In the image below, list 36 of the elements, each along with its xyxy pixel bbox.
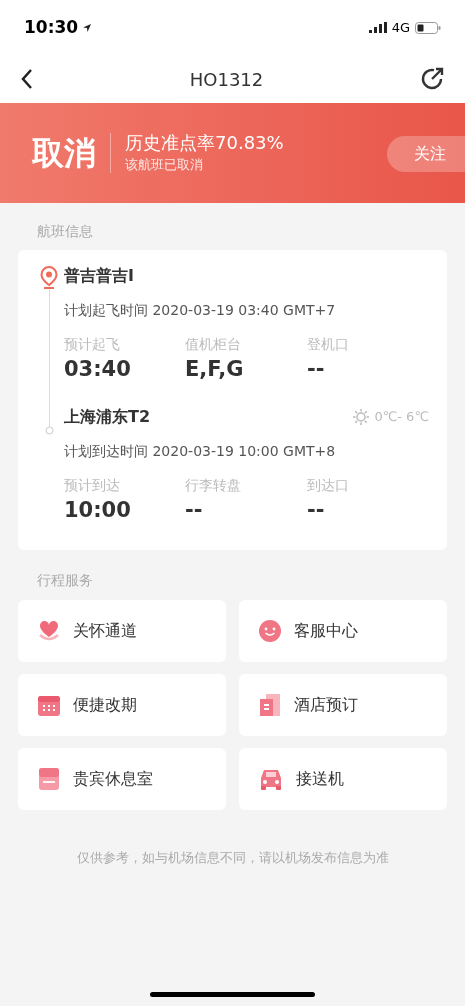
weather-range: 0℃- 6℃ xyxy=(374,408,429,427)
section-heading: 航班信息 xyxy=(37,223,93,239)
service-label: 接送机 xyxy=(296,768,344,790)
service-tile[interactable]: 关怀通道 xyxy=(18,600,226,662)
field-label: 值机柜台 xyxy=(185,335,242,353)
disclaimer: 仅供参考，如与机场信息不同，请以机场发布信息为准 xyxy=(76,849,389,867)
field-value: -- xyxy=(185,497,204,524)
status-time: 10:30 xyxy=(24,15,79,39)
service-tile[interactable]: 接送机 xyxy=(239,748,447,810)
field-label: 预计起飞 xyxy=(64,335,121,353)
service-label: 贵宾休息室 xyxy=(73,768,153,790)
departure-airport: 普吉普吉I xyxy=(64,265,135,287)
field-value: E,F,G xyxy=(185,356,245,383)
arrival-airport: 上海浦东T2 xyxy=(64,406,151,428)
service-label: 客服中心 xyxy=(294,620,358,642)
field-label: 预计到达 xyxy=(64,476,121,494)
page-title: HO1312 xyxy=(189,67,264,92)
field-value: 03:40 xyxy=(64,356,132,383)
service-tile[interactable]: 贵宾休息室 xyxy=(18,748,226,810)
service-tile[interactable]: 便捷改期 xyxy=(18,674,226,736)
service-label: 酒店预订 xyxy=(294,694,358,716)
section-heading: 行程服务 xyxy=(37,572,93,588)
on-time-rate: 历史准点率70.83% xyxy=(125,131,284,156)
network-label: 4G xyxy=(391,18,410,37)
scheduled-time: 计划到达时间 2020-03-19 10:00 GMT+8 xyxy=(64,442,337,461)
field-label: 行李转盘 xyxy=(185,476,242,494)
scheduled-time: 计划起飞时间 2020-03-19 03:40 GMT+7 xyxy=(64,301,337,320)
field-value: 10:00 xyxy=(64,497,132,524)
flight-status: 取消 xyxy=(32,133,96,174)
field-value: -- xyxy=(307,497,326,524)
service-label: 关怀通道 xyxy=(73,620,137,642)
field-value: -- xyxy=(307,356,326,383)
service-tile[interactable]: 客服中心 xyxy=(239,600,447,662)
service-label: 便捷改期 xyxy=(73,694,137,716)
status-note: 该航班已取消 xyxy=(125,156,204,175)
service-tile[interactable]: 酒店预订 xyxy=(239,674,447,736)
